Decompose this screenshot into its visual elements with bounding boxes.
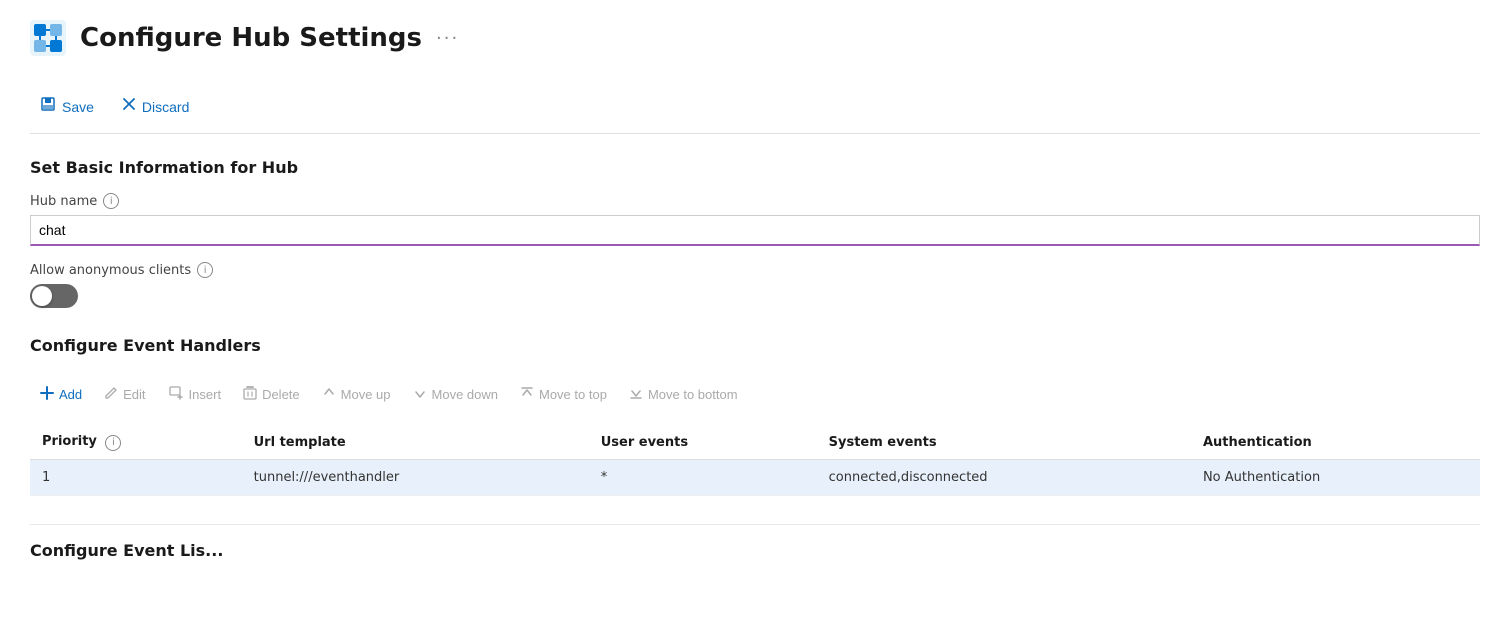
page-title: Configure Hub Settings: [80, 23, 422, 53]
discard-icon: [122, 97, 136, 116]
insert-icon: [168, 385, 184, 404]
save-icon: [40, 96, 56, 117]
cell-system-events: connected,disconnected: [817, 459, 1191, 495]
hub-name-label-container: Hub name i: [30, 193, 1480, 209]
hub-name-info-icon[interactable]: i: [103, 193, 119, 209]
toggle-track: [30, 284, 78, 308]
edit-button[interactable]: Edit: [94, 380, 155, 409]
delete-button[interactable]: Delete: [233, 380, 310, 409]
anonymous-clients-label-container: Allow anonymous clients i: [30, 262, 1480, 278]
add-label: Add: [59, 387, 82, 402]
move-down-button[interactable]: Move down: [403, 380, 508, 409]
move-to-top-icon: [520, 386, 534, 403]
anonymous-clients-label: Allow anonymous clients: [30, 263, 191, 278]
basic-info-section: Set Basic Information for Hub Hub name i…: [30, 158, 1480, 308]
edit-label: Edit: [123, 387, 145, 402]
save-label: Save: [62, 99, 94, 115]
add-button[interactable]: Add: [30, 380, 92, 409]
table-body: 1 tunnel:///eventhandler * connected,dis…: [30, 459, 1480, 495]
move-to-bottom-label: Move to bottom: [648, 387, 738, 402]
anonymous-clients-info-icon[interactable]: i: [197, 262, 213, 278]
anonymous-clients-toggle[interactable]: [30, 284, 78, 308]
col-system-events: System events: [817, 426, 1191, 459]
add-icon: [40, 386, 54, 403]
move-up-label: Move up: [341, 387, 391, 402]
cell-authentication: No Authentication: [1191, 459, 1480, 495]
move-up-button[interactable]: Move up: [312, 380, 401, 409]
hub-name-label: Hub name: [30, 194, 97, 209]
anonymous-clients-toggle-container: [30, 284, 1480, 308]
col-authentication: Authentication: [1191, 426, 1480, 459]
move-to-bottom-button[interactable]: Move to bottom: [619, 380, 748, 409]
col-url-template: Url template: [242, 426, 589, 459]
col-user-events: User events: [589, 426, 817, 459]
event-handlers-title: Configure Event Handlers: [30, 336, 1480, 355]
bottom-section: Configure Event Lis...: [30, 524, 1480, 560]
col-priority: Priority i: [30, 426, 242, 459]
cell-priority: 1: [30, 459, 242, 495]
insert-label: Insert: [189, 387, 222, 402]
priority-info-icon[interactable]: i: [105, 435, 121, 451]
save-button[interactable]: Save: [30, 90, 104, 123]
move-to-top-button[interactable]: Move to top: [510, 380, 617, 409]
cell-url-template: tunnel:///eventhandler: [242, 459, 589, 495]
discard-label: Discard: [142, 99, 189, 115]
move-down-icon: [413, 386, 427, 403]
table-row[interactable]: 1 tunnel:///eventhandler * connected,dis…: [30, 459, 1480, 495]
table-header: Priority i Url template User events Syst…: [30, 426, 1480, 459]
more-options-icon[interactable]: ···: [436, 28, 459, 49]
move-to-top-label: Move to top: [539, 387, 607, 402]
top-toolbar: Save Discard: [30, 80, 1480, 134]
event-handlers-section: Configure Event Handlers Add Edit: [30, 336, 1480, 496]
page-header: Configure Hub Settings ···: [30, 20, 1480, 56]
basic-info-title: Set Basic Information for Hub: [30, 158, 1480, 177]
move-down-label: Move down: [432, 387, 498, 402]
app-icon: [30, 20, 66, 56]
cell-user-events: *: [589, 459, 817, 495]
move-up-icon: [322, 386, 336, 403]
edit-icon: [104, 386, 118, 403]
delete-icon: [243, 386, 257, 403]
hub-name-input[interactable]: [30, 215, 1480, 246]
move-to-bottom-icon: [629, 386, 643, 403]
action-toolbar: Add Edit Insert: [30, 371, 1480, 418]
toggle-thumb: [32, 286, 52, 306]
event-handlers-table: Priority i Url template User events Syst…: [30, 426, 1480, 496]
bottom-section-title: Configure Event Lis...: [30, 541, 1480, 560]
discard-button[interactable]: Discard: [112, 90, 199, 123]
insert-button[interactable]: Insert: [158, 379, 232, 410]
delete-label: Delete: [262, 387, 300, 402]
